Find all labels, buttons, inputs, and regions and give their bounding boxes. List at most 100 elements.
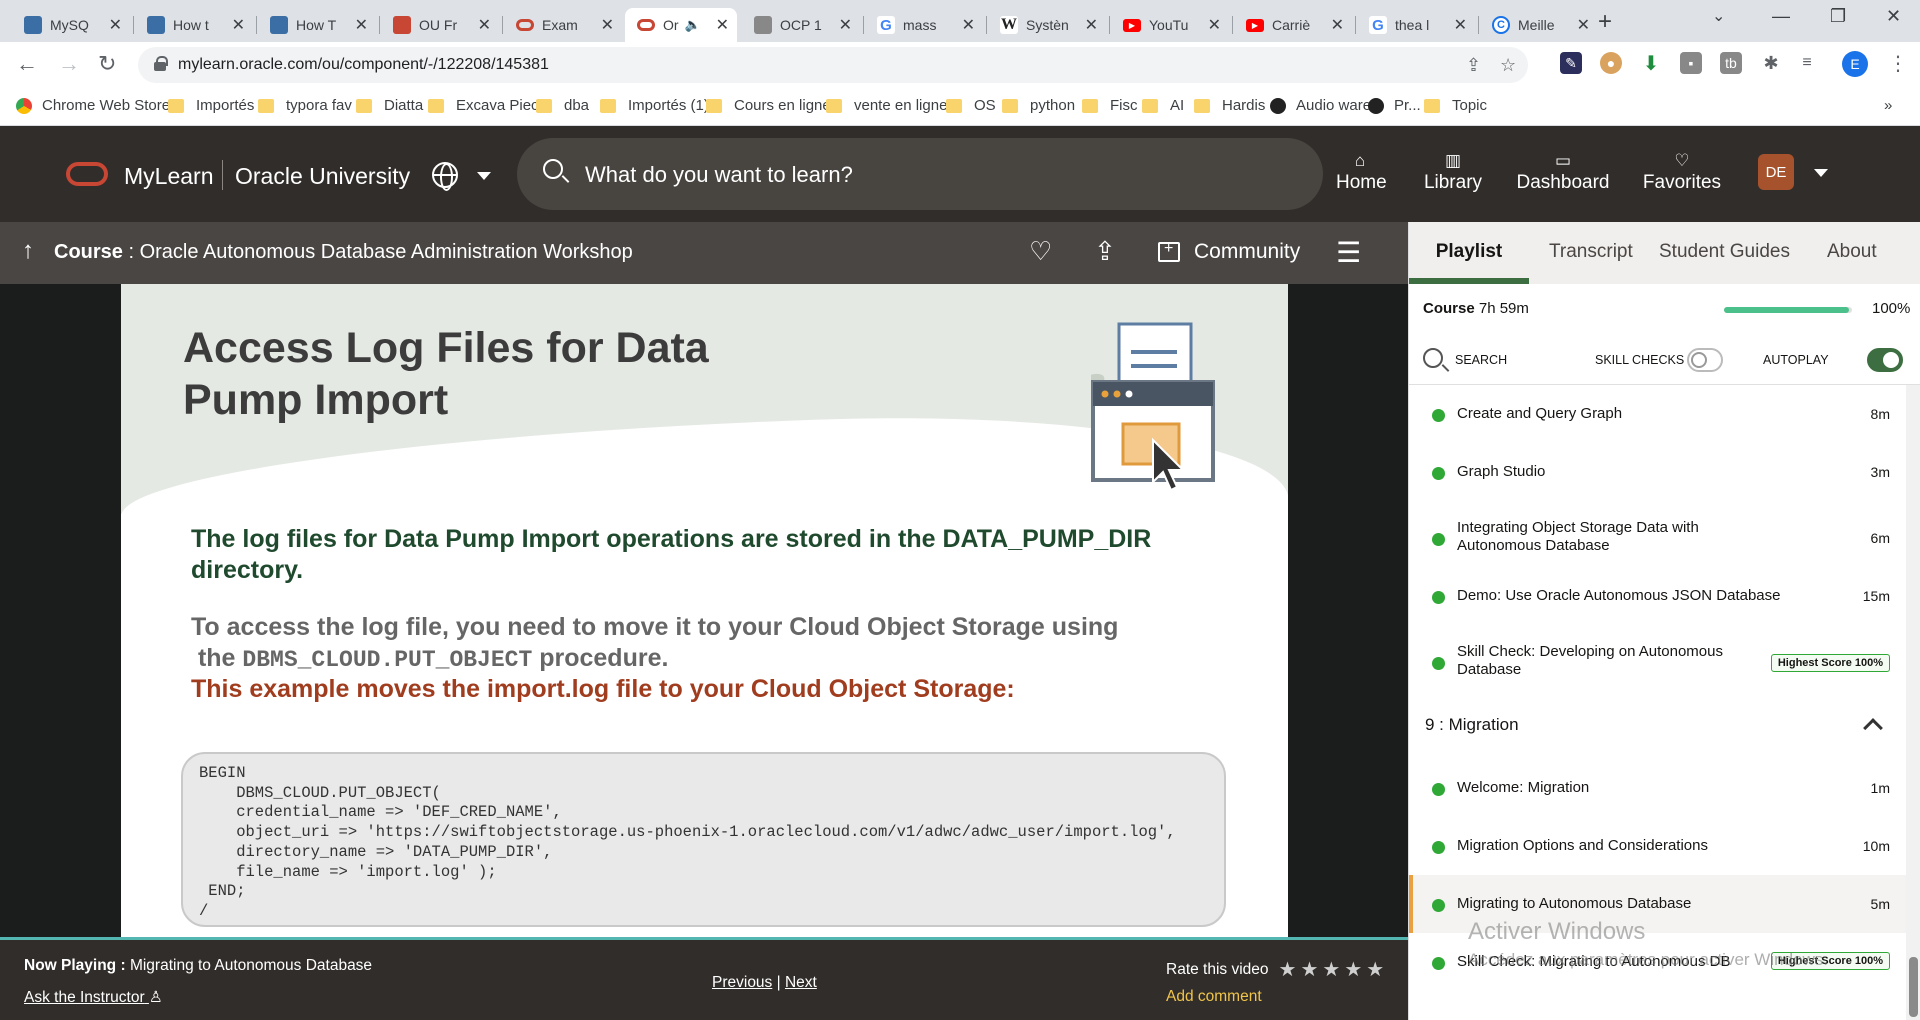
bookmark-item[interactable]: Topic — [1424, 97, 1487, 114]
tab-about[interactable]: About — [1827, 241, 1877, 263]
puzzle-extensions-icon[interactable]: ✱ — [1760, 52, 1782, 74]
heart-icon[interactable]: ♡ — [1029, 236, 1052, 267]
browser-tab[interactable]: C Meille ✕ — [1480, 8, 1598, 42]
chrome-menu-icon[interactable]: ⋮ — [1888, 51, 1908, 76]
close-tab-icon[interactable]: ✕ — [1577, 15, 1590, 35]
browser-tab[interactable]: W Systèn ✕ — [988, 8, 1106, 42]
close-tab-icon[interactable]: ✕ — [355, 15, 368, 35]
reading-list-icon[interactable]: ≡ — [1796, 52, 1818, 74]
forward-arrow-icon[interactable]: → — [58, 51, 80, 77]
bookmark-item[interactable]: typora fav — [258, 97, 352, 114]
browser-tab[interactable]: MySQ ✕ — [12, 8, 130, 42]
close-tab-icon[interactable]: ✕ — [1208, 15, 1221, 35]
playlist-menu-icon[interactable]: ☰ — [1336, 236, 1361, 269]
close-tab-icon[interactable]: ✕ — [839, 15, 852, 35]
share-icon[interactable]: ⇪ — [1094, 236, 1116, 267]
list-item[interactable]: Skill Check: Developing on Autonomous Da… — [1409, 625, 1906, 691]
browser-tab[interactable]: Gmass ✕ — [865, 8, 983, 42]
close-tab-icon[interactable]: ✕ — [478, 15, 491, 35]
chevron-down-icon[interactable] — [477, 172, 491, 180]
browser-tab[interactable]: Exam ✕ — [504, 8, 622, 42]
section-header[interactable]: 9 : Migration — [1409, 691, 1906, 759]
site-search-bar[interactable]: What do you want to learn? — [517, 138, 1323, 210]
address-bar[interactable]: mylearn.oracle.com/ou/component/-/122208… — [138, 47, 1528, 83]
bookmark-item[interactable]: vente en ligne — [826, 97, 947, 114]
close-window-button[interactable]: ✕ — [1886, 6, 1901, 27]
star-icon[interactable]: ★ — [1279, 957, 1297, 982]
search-icon[interactable] — [1423, 348, 1443, 368]
browser-tab[interactable]: OCP 1 ✕ — [742, 8, 860, 42]
globe-language-icon[interactable] — [432, 162, 458, 191]
bookmark-item[interactable]: Importés (1) — [600, 97, 709, 114]
list-item[interactable]: Integrating Object Storage Data with Aut… — [1409, 501, 1906, 567]
bookmark-item[interactable]: Chrome Web Store... — [16, 97, 183, 114]
tab-search-icon[interactable]: ⌄ — [1712, 6, 1725, 26]
minimize-button[interactable]: — — [1772, 6, 1790, 27]
browser-tab[interactable]: Gthea l ✕ — [1357, 8, 1475, 42]
star-icon[interactable]: ★ — [1300, 957, 1318, 982]
autoplay-toggle[interactable] — [1867, 348, 1903, 372]
bookmark-item[interactable]: dba — [536, 97, 589, 114]
list-item[interactable]: Demo: Use Oracle Autonomous JSON Databas… — [1409, 567, 1906, 625]
bookmark-item[interactable]: AI — [1142, 97, 1184, 114]
cookie-extension-icon[interactable]: ● — [1600, 52, 1622, 74]
list-item[interactable]: Welcome: Migration 1m — [1409, 759, 1906, 817]
extension-icon[interactable]: tb — [1720, 52, 1742, 74]
bookmark-item[interactable]: Cours en ligne — [706, 97, 831, 114]
url-text[interactable]: mylearn.oracle.com/ou/component/-/122208… — [178, 56, 549, 74]
playlist-scrollbar-thumb[interactable] — [1909, 957, 1918, 1017]
browser-tab[interactable]: ▶ Carriè ✕ — [1234, 8, 1352, 42]
star-icon[interactable]: ★ — [1344, 957, 1362, 982]
bookmark-item[interactable]: Fisc — [1082, 97, 1138, 114]
speaker-icon[interactable]: 🔈 — [685, 17, 701, 33]
more-bookmarks-icon[interactable]: » — [1884, 97, 1892, 114]
community-button[interactable]: Community — [1158, 240, 1300, 264]
download-extension-icon[interactable]: ⬇ — [1640, 52, 1662, 75]
add-comment-link[interactable]: Add comment — [1166, 988, 1262, 1006]
reload-icon[interactable]: ↻ — [98, 51, 116, 77]
chevron-down-icon[interactable] — [1814, 169, 1828, 177]
close-tab-icon[interactable]: ✕ — [1454, 15, 1467, 35]
bookmark-item[interactable]: Hardis — [1194, 97, 1265, 114]
browser-tab-active[interactable]: Or 🔈 ✕ — [625, 8, 737, 42]
close-tab-icon[interactable]: ✕ — [1085, 15, 1098, 35]
browser-tab[interactable]: OU Fr ✕ — [381, 8, 499, 42]
bookmark-item[interactable]: Importés — [168, 97, 254, 114]
previous-link[interactable]: Previous — [712, 974, 772, 991]
video-player[interactable]: Access Log Files for Data Pump Import Th… — [0, 284, 1408, 937]
list-item[interactable]: Create and Query Graph 8m — [1409, 385, 1906, 443]
playlist-scrollbar[interactable] — [1906, 385, 1920, 1020]
close-tab-icon[interactable]: ✕ — [962, 15, 975, 35]
close-tab-icon[interactable]: ✕ — [109, 15, 122, 35]
nav-favorites[interactable]: ♡ Favorites — [1636, 150, 1728, 194]
browser-tab[interactable]: How t ✕ — [135, 8, 253, 42]
tab-transcript[interactable]: Transcript — [1549, 241, 1633, 263]
bookmark-star-icon[interactable]: ☆ — [1500, 55, 1516, 76]
bookmark-item[interactable]: python — [1002, 97, 1075, 114]
bookmark-item[interactable]: Excava Piece — [428, 97, 547, 114]
extension-icon[interactable]: ✎ — [1560, 52, 1582, 74]
brand-oracle-university[interactable]: Oracle University — [235, 163, 410, 190]
star-icon[interactable]: ★ — [1322, 957, 1340, 982]
ask-instructor-link[interactable]: Ask the Instructor ♙ — [24, 988, 163, 1007]
share-icon[interactable]: ⇪ — [1466, 55, 1481, 76]
search-placeholder[interactable]: What do you want to learn? — [585, 162, 853, 188]
list-item[interactable]: Graph Studio 3m — [1409, 443, 1906, 501]
skill-checks-toggle[interactable] — [1687, 348, 1723, 372]
up-arrow-icon[interactable]: ↑ — [22, 237, 34, 265]
browser-tab[interactable]: ▶ YouTu ✕ — [1111, 8, 1229, 42]
next-link[interactable]: Next — [785, 974, 817, 991]
extension-icon[interactable]: ▪ — [1680, 52, 1702, 74]
chevron-up-icon[interactable] — [1863, 718, 1883, 738]
browser-tab[interactable]: How T ✕ — [258, 8, 376, 42]
user-avatar[interactable]: DE — [1758, 154, 1794, 190]
nav-home[interactable]: ⌂ Home — [1336, 150, 1387, 194]
tab-student-guides[interactable]: Student Guides — [1659, 241, 1790, 263]
bookmark-item[interactable]: Diatta — [356, 97, 423, 114]
oracle-logo-icon[interactable] — [66, 162, 108, 186]
close-tab-icon[interactable]: ✕ — [601, 15, 614, 35]
bookmark-item[interactable]: Pr... — [1368, 97, 1421, 114]
bookmark-item[interactable]: Audio wareZ — [1270, 97, 1380, 114]
list-item[interactable]: Migration Options and Considerations 10m — [1409, 817, 1906, 875]
nav-library[interactable]: ▥ Library — [1420, 150, 1486, 194]
